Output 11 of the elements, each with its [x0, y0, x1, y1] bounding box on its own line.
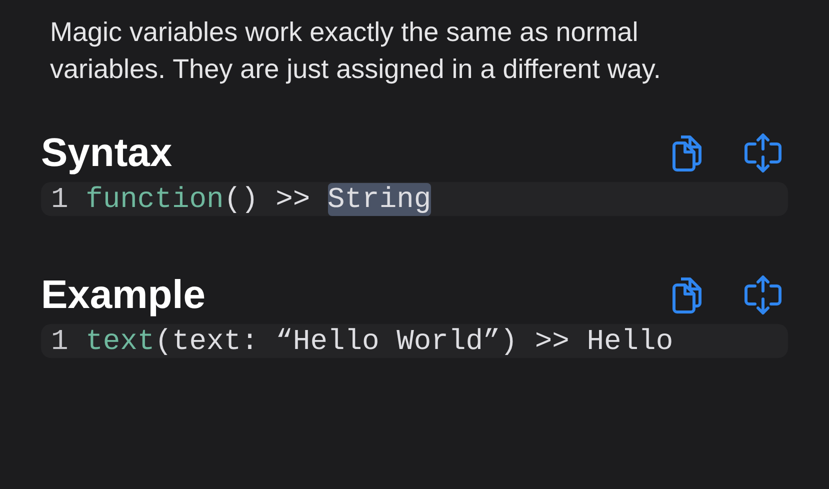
line-number: 1: [51, 324, 70, 358]
line-number: 1: [51, 182, 70, 216]
expand-icon[interactable]: [742, 274, 784, 316]
section-title: Example: [41, 272, 206, 318]
description: Magic variables work exactly the same as normal variables. They are just assigned in a different way.: [50, 16, 662, 86]
code-line: text(text: “Hello World”) >> Hello: [86, 324, 674, 358]
expand-icon[interactable]: [742, 132, 784, 174]
section-title: Syntax: [41, 130, 172, 176]
copy-icon[interactable]: [670, 133, 704, 173]
copy-icon[interactable]: [670, 275, 704, 315]
code-line: function() >> String: [86, 182, 432, 216]
